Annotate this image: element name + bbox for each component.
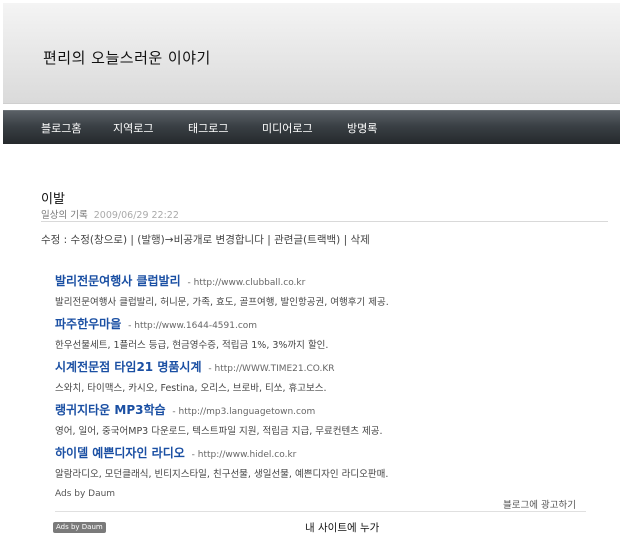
post-actions: 수정 : 수정(창으로) | (발행)→비공개로 변경합니다 | 관련글(트랙백… xyxy=(41,234,370,246)
nav-item-guestbook[interactable]: 방명록 xyxy=(347,120,377,136)
site-visitors-heading: 내 사이트에 누가 xyxy=(305,522,380,534)
ad-divider xyxy=(55,511,586,512)
ad-title[interactable]: 랭귀지타운 MP3학습 - http://mp3.languagetown.co… xyxy=(55,401,615,418)
blog-header: 편리의 오늘스러운 이야기 xyxy=(3,3,620,104)
ad-url[interactable]: http://www.clubball.co.kr xyxy=(194,278,306,288)
post-meta: 일상의 기록 2009/06/29 22:22 xyxy=(41,207,179,221)
ad-url[interactable]: http://mp3.languagetown.com xyxy=(179,407,316,417)
post-title[interactable]: 이발 xyxy=(41,188,65,207)
ad-item: 랭귀지타운 MP3학습 - http://mp3.languagetown.co… xyxy=(55,401,615,437)
ads-by-label[interactable]: Ads by Daum xyxy=(55,489,115,499)
ad-title[interactable]: 하이델 예쁜디자인 라디오 - http://www.hidel.co.kr xyxy=(55,444,615,461)
ad-title[interactable]: 시계전문점 타임21 명품시계 - http://WWW.TIME21.CO.K… xyxy=(55,358,615,375)
ad-url[interactable]: http://WWW.TIME21.CO.KR xyxy=(214,364,334,374)
trackback-link[interactable]: 관련글(트랙백) xyxy=(274,234,340,246)
nav-item-tag-log[interactable]: 태그로그 xyxy=(188,120,228,136)
ad-url[interactable]: http://www.hidel.co.kr xyxy=(198,450,297,460)
delete-link[interactable]: 삭제 xyxy=(350,234,369,246)
nav-item-location-log[interactable]: 지역로그 xyxy=(113,120,153,136)
ad-item: 파주한우마을 - http://www.1644-4591.com 한우선물세트… xyxy=(55,315,615,351)
edit-link[interactable]: 수정 xyxy=(41,234,60,246)
ad-url[interactable]: http://www.1644-4591.com xyxy=(134,321,257,331)
ad-description: 발리전문여행사 클럽발리, 허니문, 가족, 효도, 골프여행, 발인항공권, … xyxy=(55,297,389,308)
ad-description: 영어, 일어, 중국어MP3 다운로드, 텍스트파일 지원, 적립금 지급, 무… xyxy=(55,426,383,437)
advertise-on-blog-link[interactable]: 블로그에 광고하기 xyxy=(503,497,576,511)
ad-description: 스와치, 타이맥스, 카시오, Festina, 오리스, 브로바, 티쏘, 휴… xyxy=(55,383,327,394)
ad-description: 알람라디오, 모던클래식, 빈티지스타일, 친구선물, 생일선물, 예쁜디자인 … xyxy=(55,469,389,480)
ad-title[interactable]: 파주한우마을 - http://www.1644-4591.com xyxy=(55,315,615,332)
daum-ads-badge[interactable]: Ads by Daum xyxy=(53,522,106,533)
post-date: 2009/06/29 22:22 xyxy=(93,210,179,221)
ad-description: 한우선물세트, 1플러스 등급, 현금영수증, 적립금 1%, 3%까지 할인. xyxy=(55,340,329,351)
ad-title[interactable]: 발리전문여행사 클럽발리 - http://www.clubball.co.kr xyxy=(55,272,615,289)
secret-toggle-link[interactable]: (발행)→비공개로 변경합니다 xyxy=(137,234,264,246)
nav-bar: 블로그홈 지역로그 태그로그 미디어로그 방명록 xyxy=(3,110,620,144)
post-category[interactable]: 일상의 기록 xyxy=(41,210,88,221)
nav-item-blog-home[interactable]: 블로그홈 xyxy=(41,120,81,136)
ad-item: 시계전문점 타임21 명품시계 - http://WWW.TIME21.CO.K… xyxy=(55,358,615,394)
nav-item-media-log[interactable]: 미디어로그 xyxy=(262,120,313,136)
edit-new-window-link[interactable]: 수정(창으로) xyxy=(71,234,128,246)
blog-title[interactable]: 편리의 오늘스러운 이야기 xyxy=(43,47,211,68)
ad-item: 하이델 예쁜디자인 라디오 - http://www.hidel.co.kr 알… xyxy=(55,444,615,480)
post-divider xyxy=(41,221,608,222)
ad-item: 발리전문여행사 클럽발리 - http://www.clubball.co.kr… xyxy=(55,272,615,308)
